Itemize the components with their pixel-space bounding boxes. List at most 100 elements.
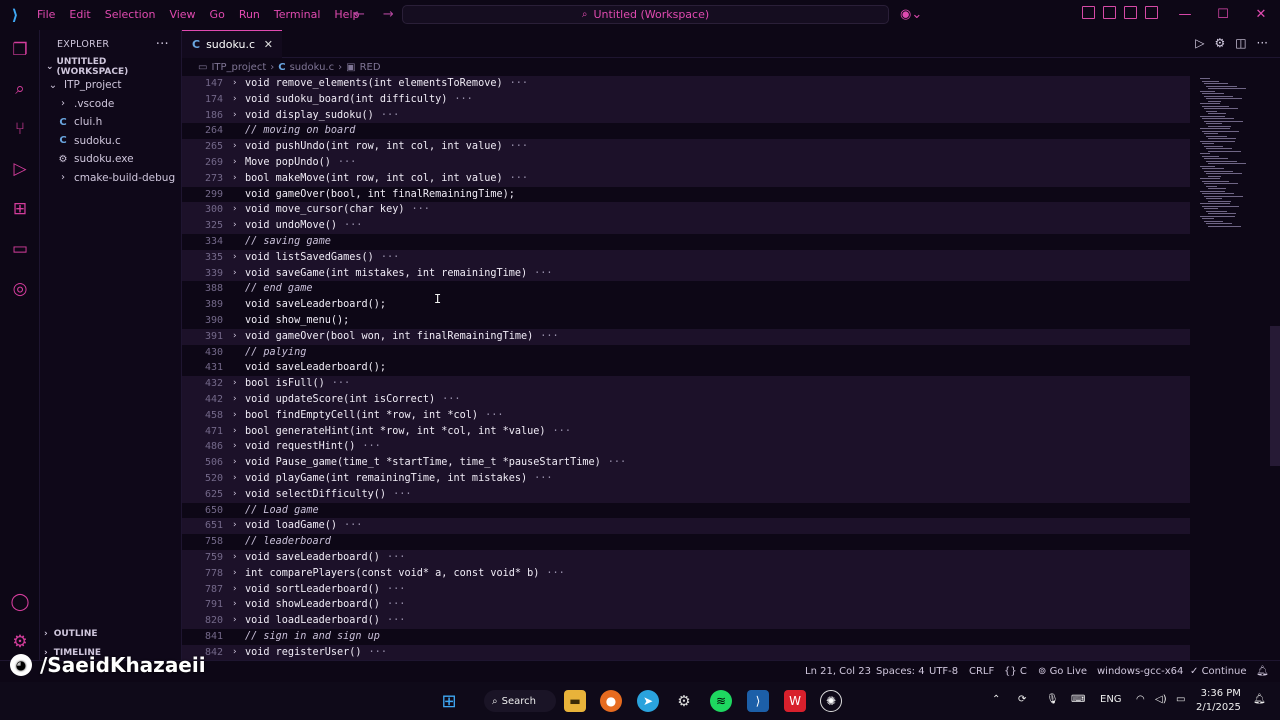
code-line[interactable]: 651 › void loadGame() ··· — [182, 518, 1190, 535]
fold-chevron-icon[interactable]: › — [232, 613, 237, 629]
code-line[interactable]: 273 › bool makeMove(int row, int col, int … — [182, 170, 1190, 187]
extensions-icon[interactable]: ⊞ — [8, 197, 32, 221]
fold-chevron-icon[interactable]: › — [232, 597, 237, 613]
vertical-scrollbar[interactable] — [1268, 76, 1280, 660]
code-line[interactable]: 759 › void saveLeaderboard() ··· — [182, 550, 1190, 566]
code-line[interactable]: 431 void saveLeaderboard(); — [182, 360, 1190, 376]
run-file-icon[interactable]: ▷ — [1195, 36, 1204, 50]
status-language[interactable]: {} C — [1004, 666, 1027, 677]
fold-chevron-icon[interactable]: › — [232, 408, 237, 424]
split-editor-icon[interactable]: ◫ — [1235, 36, 1246, 50]
menu-edit[interactable]: Edit — [62, 0, 97, 30]
code-line[interactable]: 174 › void sudoku_board(int difficulty) ··· — [182, 91, 1190, 108]
taskbar-clock[interactable]: 3:36 PM 2/1/2025 — [1196, 687, 1241, 715]
windows-start-icon[interactable]: ⊞ — [438, 690, 460, 712]
folded-ellipsis-icon[interactable]: ··· — [369, 647, 387, 658]
code-line[interactable]: 430 // palying — [182, 345, 1190, 361]
folded-ellipsis-icon[interactable]: ··· — [344, 220, 362, 231]
more-actions-icon[interactable]: ··· — [1257, 36, 1268, 50]
workspace-header[interactable]: ⌄ UNTITLED (WORKSPACE) — [40, 57, 181, 77]
toggle-panel-icon[interactable] — [1124, 6, 1137, 19]
fold-chevron-icon[interactable]: › — [232, 329, 237, 345]
code-line[interactable]: 325 › void undoMove() ··· — [182, 218, 1190, 234]
fold-chevron-icon[interactable]: › — [232, 471, 237, 487]
folded-ellipsis-icon[interactable]: ··· — [387, 615, 405, 626]
toggle-sidebar-icon[interactable] — [1103, 6, 1116, 19]
fold-chevron-icon[interactable]: › — [232, 439, 237, 455]
code-line[interactable]: 265 › void pushUndo(int row, int col, int … — [182, 139, 1190, 155]
status-continue[interactable]: ✓ Continue — [1190, 666, 1247, 677]
breadcrumb-folder[interactable]: ITP_project — [211, 62, 266, 73]
fold-chevron-icon[interactable]: › — [232, 250, 237, 266]
folded-ellipsis-icon[interactable]: ··· — [534, 268, 552, 279]
taskbar-search[interactable]: ⌕ Search — [484, 690, 556, 712]
explorer-icon[interactable]: ❐ — [8, 38, 32, 62]
code-line[interactable]: 506 › void Pause_game(time_t *startTime, t… — [182, 455, 1190, 471]
menu-run[interactable]: Run — [232, 0, 267, 30]
code-line[interactable]: 264 // moving on board — [182, 123, 1190, 139]
fold-chevron-icon[interactable]: › — [232, 171, 237, 187]
fold-chevron-icon[interactable]: › — [232, 202, 237, 218]
folded-ellipsis-icon[interactable]: ··· — [608, 457, 626, 468]
folded-ellipsis-icon[interactable]: ··· — [381, 110, 399, 121]
vscode-taskbar-icon[interactable]: ⟩ — [747, 690, 769, 712]
fold-chevron-icon[interactable]: › — [232, 108, 237, 124]
tray-overflow-icon[interactable]: ⌃ — [992, 694, 1000, 705]
back-arrow-icon[interactable]: ← — [354, 7, 365, 22]
menu-go[interactable]: Go — [203, 0, 232, 30]
code-line[interactable]: 300 › void move_cursor(char key) ··· — [182, 202, 1190, 219]
tree-folder-vscode[interactable]: › .vscode — [40, 95, 181, 114]
folded-ellipsis-icon[interactable]: ··· — [485, 410, 503, 421]
fold-chevron-icon[interactable]: › — [232, 155, 237, 171]
fold-chevron-icon[interactable]: › — [232, 76, 237, 92]
fold-chevron-icon[interactable]: › — [232, 139, 237, 155]
fold-chevron-icon[interactable]: › — [232, 92, 237, 108]
file-explorer-icon[interactable]: ▬ — [564, 690, 586, 712]
code-line[interactable]: 442 › void updateScore(int isCorrect) ··· — [182, 392, 1190, 408]
code-line[interactable]: 820 › void loadLeaderboard() ··· — [182, 613, 1190, 629]
minimize-button[interactable]: — — [1166, 0, 1204, 30]
source-control-icon[interactable]: ⑂ — [8, 117, 32, 141]
code-line[interactable]: 334 // saving game — [182, 234, 1190, 250]
folded-ellipsis-icon[interactable]: ··· — [387, 552, 405, 563]
outline-section[interactable]: › OUTLINE — [40, 625, 182, 643]
folded-ellipsis-icon[interactable]: ··· — [540, 331, 558, 342]
folded-ellipsis-icon[interactable]: ··· — [510, 78, 528, 89]
code-line[interactable]: 186 › void display_sudoku() ··· — [182, 107, 1190, 124]
menu-selection[interactable]: Selection — [98, 0, 163, 30]
settings-gear-icon[interactable]: ⚙ — [1214, 36, 1225, 50]
status-go-live[interactable]: ⊚ Go Live — [1038, 666, 1087, 677]
status-encoding[interactable]: UTF-8 — [929, 666, 958, 677]
account-icon[interactable]: ◯ — [8, 590, 32, 614]
code-line[interactable]: 520 › void playGame(int remainingTime, int… — [182, 471, 1190, 487]
fold-chevron-icon[interactable]: › — [232, 566, 237, 582]
maximize-button[interactable]: ☐ — [1204, 0, 1242, 30]
tree-folder-cmake-build-debug[interactable]: › cmake-build-debug — [40, 169, 181, 188]
fold-chevron-icon[interactable]: › — [232, 550, 237, 566]
customize-layout-icon[interactable] — [1082, 6, 1095, 19]
remote-explorer-icon[interactable]: ▭ — [8, 237, 32, 261]
folded-ellipsis-icon[interactable]: ··· — [534, 473, 552, 484]
code-line[interactable]: 758 // leaderboard — [182, 534, 1190, 550]
fold-chevron-icon[interactable]: › — [232, 455, 237, 471]
forward-arrow-icon[interactable]: → — [383, 7, 394, 22]
tree-folder-itp-project[interactable]: ⌄ ITP_project — [40, 76, 181, 95]
folded-ellipsis-icon[interactable]: ··· — [510, 141, 528, 152]
menu-file[interactable]: File — [30, 0, 62, 30]
spotify-icon[interactable]: ≋ — [710, 690, 732, 712]
fold-chevron-icon[interactable]: › — [232, 518, 237, 534]
folded-ellipsis-icon[interactable]: ··· — [387, 584, 405, 595]
scrollbar-thumb[interactable] — [1270, 326, 1280, 466]
firefox-icon[interactable]: ● — [600, 690, 622, 712]
code-line[interactable]: 791 › void showLeaderboard() ··· — [182, 597, 1190, 614]
volume-icon[interactable]: ◁) — [1155, 694, 1167, 705]
folded-ellipsis-icon[interactable]: ··· — [393, 489, 411, 500]
folded-ellipsis-icon[interactable]: ··· — [546, 568, 564, 579]
toggle-secondary-sidebar-icon[interactable] — [1145, 6, 1158, 19]
wps-office-icon[interactable]: W — [784, 690, 806, 712]
code-line[interactable]: 787 › void sortLeaderboard() ··· — [182, 581, 1190, 598]
settings-gear-icon[interactable]: ⚙ — [8, 630, 32, 654]
more-actions-icon[interactable]: ··· — [156, 37, 169, 52]
code-line[interactable]: 389 void saveLeaderboard(); — [182, 297, 1190, 313]
tray-sync-icon[interactable]: ⟳ — [1018, 694, 1026, 705]
